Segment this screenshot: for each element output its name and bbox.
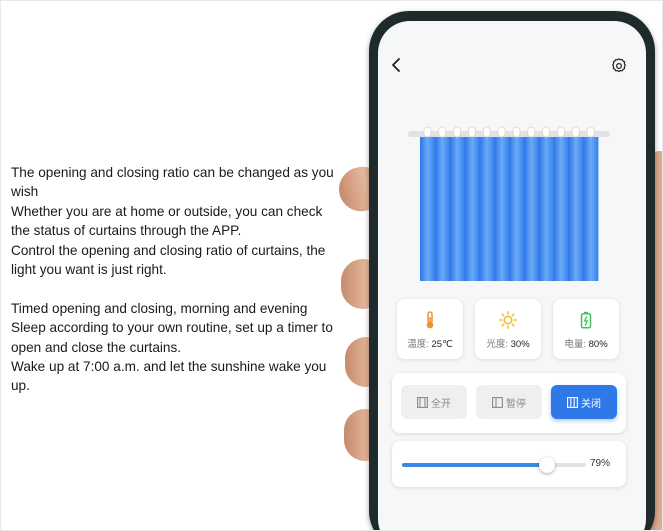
curtain-fold — [583, 135, 599, 281]
curtain-fold — [568, 135, 584, 281]
feature-description: The opening and closing ratio can be cha… — [11, 163, 336, 396]
curtain-ring — [497, 126, 506, 138]
curtain-ring — [557, 126, 565, 138]
opening-ratio-slider[interactable] — [402, 457, 586, 473]
pause-button[interactable]: 暂停 — [476, 385, 542, 419]
slider-thumb[interactable] — [539, 457, 556, 473]
close-label: 关闭 — [581, 398, 601, 410]
curtain-ring — [542, 126, 550, 138]
curtain-ring — [453, 126, 461, 138]
curtain-fold — [449, 135, 465, 281]
opening-ratio-panel: 79% — [392, 441, 626, 487]
battery-value: 80% — [588, 339, 608, 350]
chevron-left-icon[interactable] — [388, 57, 404, 73]
curtain-ring — [571, 126, 580, 138]
curtain-ring — [423, 126, 432, 138]
curtain-ring — [468, 126, 476, 138]
curtain-fold — [523, 135, 540, 281]
battery-label: 电量: — [564, 339, 586, 350]
curtain-illustration — [408, 126, 610, 281]
curtain-ring — [482, 126, 491, 138]
thermometer-icon — [426, 311, 434, 329]
open-all-label: 全开 — [431, 398, 451, 410]
description-line: Whether you are at home or outside, you … — [11, 203, 323, 239]
light-value: 30% — [510, 339, 530, 350]
curtain-fold — [434, 135, 451, 281]
curtain-fold — [538, 135, 554, 281]
temperature-card: 温度: 25℃ — [397, 299, 463, 359]
battery-card: 电量: 80% — [553, 299, 619, 359]
curtain-fold — [509, 135, 525, 281]
curtain-close-icon — [567, 396, 578, 408]
curtain-ring — [527, 126, 536, 138]
temperature-label: 温度: — [407, 339, 429, 350]
curtain-fold — [464, 135, 480, 281]
curtain-rail — [408, 131, 610, 137]
description-line: Control the opening and closing ratio of… — [11, 242, 326, 278]
light-card: 光度: 30% — [475, 299, 541, 359]
sun-icon — [499, 311, 517, 329]
battery-icon — [580, 311, 592, 329]
curtain-fold — [494, 135, 510, 281]
curtain-ring — [512, 126, 521, 138]
description-line: Wake up at 7:00 a.m. and let the sunshin… — [11, 359, 327, 394]
gear-icon[interactable] — [610, 57, 628, 75]
curtain-fold — [479, 135, 495, 281]
description-line: Timed opening and closing, morning and e… — [11, 300, 333, 355]
app-screen: 温度: 25℃ 光度: 30% 电量: 80% 全开 暂停 关闭 79% — [378, 21, 646, 530]
description-line: The opening and closing ratio can be cha… — [11, 165, 334, 200]
curtain-open-icon — [417, 396, 428, 408]
temperature-value: 25℃ — [431, 339, 453, 350]
curtain-pause-icon — [492, 396, 503, 408]
slider-fill — [402, 463, 548, 467]
page-frame: The opening and closing ratio can be cha… — [0, 0, 663, 531]
opening-ratio-value: 79% — [590, 458, 611, 469]
curtain-fold — [553, 135, 569, 281]
curtain-fold — [420, 135, 436, 281]
close-button[interactable]: 关闭 — [551, 385, 617, 419]
curtain-ring — [586, 126, 595, 138]
curtain-ring — [438, 126, 447, 138]
pause-label: 暂停 — [506, 398, 526, 410]
light-label: 光度: — [486, 339, 508, 350]
curtain-control-panel: 全开 暂停 关闭 — [392, 373, 626, 433]
open-all-button[interactable]: 全开 — [401, 385, 467, 419]
